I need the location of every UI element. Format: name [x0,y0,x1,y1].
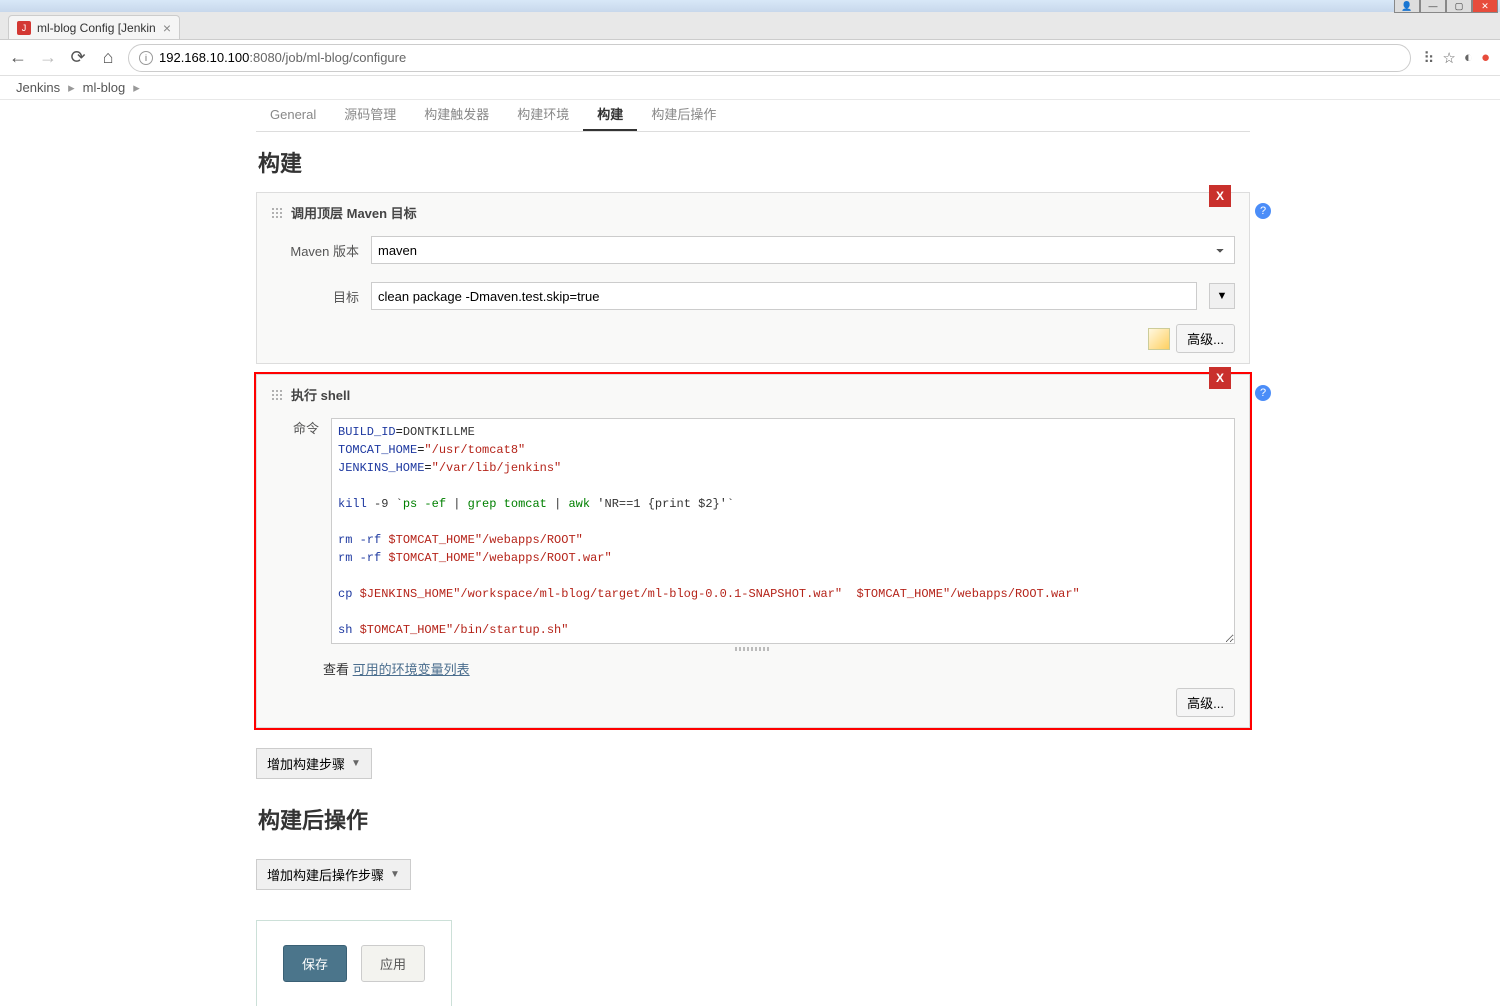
breadcrumb: Jenkins ▸ ml-blog ▸ [0,76,1500,100]
browser-toolbar: ← → ⟳ ⌂ i 192.168.10.100:8080/job/ml-blo… [0,40,1500,76]
help-icon[interactable]: ? [1255,385,1271,401]
save-button[interactable]: 保存 [283,945,347,982]
delete-step-button[interactable]: X [1209,367,1231,389]
maven-goals-input[interactable] [371,282,1197,310]
browser-tab[interactable]: J ml-blog Config [Jenkin × [8,15,180,39]
maven-goals-label: 目标 [289,287,359,306]
window-maximize[interactable]: ▢ [1446,0,1472,13]
section-title-postbuild: 构建后操作 [256,789,1250,849]
advanced-button[interactable]: 高级... [1176,324,1235,353]
tab-build[interactable]: 构建 [583,100,637,131]
apply-button[interactable]: 应用 [361,945,425,982]
url-text: 192.168.10.100:8080/job/ml-blog/configur… [159,50,1400,65]
save-area: 保存 应用 [256,920,452,1006]
menu-icon[interactable]: ● [1481,49,1490,66]
tab-triggers[interactable]: 构建触发器 [410,100,503,131]
site-info-icon[interactable]: i [139,51,153,65]
window-user-icon[interactable]: 👤 [1394,0,1420,13]
shell-cmd-label: 命令 [289,418,319,437]
delete-step-button[interactable]: X [1209,185,1231,207]
env-vars-link[interactable]: 可用的环境变量列表 [353,662,470,677]
browser-tab-strip: J ml-blog Config [Jenkin × [0,12,1500,40]
url-bar[interactable]: i 192.168.10.100:8080/job/ml-blog/config… [128,44,1411,72]
translate-icon[interactable]: ⠷ [1423,49,1434,67]
tab-close-icon[interactable]: × [163,20,171,36]
reload-button[interactable]: ⟳ [64,44,92,72]
tab-general[interactable]: General [256,100,330,131]
jenkins-favicon: J [17,21,31,35]
drag-handle-icon[interactable] [271,389,283,401]
look-prefix: 查看 [323,662,353,677]
notepad-icon[interactable] [1148,328,1170,350]
tab-postbuild[interactable]: 构建后操作 [637,100,730,131]
breadcrumb-job[interactable]: ml-blog [83,80,126,95]
chevron-down-icon: ▼ [351,758,361,769]
expand-button[interactable]: ▼ [1209,283,1235,309]
maven-build-step: X ? 调用顶层 Maven 目标 Maven 版本 maven 目标 ▼ 高级… [256,192,1250,364]
block-title: 调用顶层 Maven 目标 [291,203,417,222]
block-title: 执行 shell [291,385,350,404]
add-postbuild-step-button[interactable]: 增加构建后操作步骤▼ [256,859,411,890]
breadcrumb-sep: ▸ [68,80,75,96]
drag-handle-icon[interactable] [271,207,283,219]
window-close[interactable]: ✕ [1472,0,1498,13]
config-tabs: General 源码管理 构建触发器 构建环境 构建 构建后操作 [256,100,1250,132]
section-title-build: 构建 [256,132,1250,192]
bookmark-star-icon[interactable]: ☆ [1442,49,1455,67]
advanced-button[interactable]: 高级... [1176,688,1235,717]
chevron-down-icon: ▼ [390,869,400,880]
add-build-step-button[interactable]: 增加构建步骤▼ [256,748,372,779]
home-button[interactable]: ⌂ [94,44,122,72]
breadcrumb-sep: ▸ [133,80,140,96]
window-titlebar: 👤 — ▢ ✕ [0,0,1500,12]
back-button[interactable]: ← [4,44,32,72]
tab-env[interactable]: 构建环境 [503,100,583,131]
shell-build-step: X ? 执行 shell 命令 BUILD_ID=DONTKILLME TOMC… [256,374,1250,728]
breadcrumb-jenkins[interactable]: Jenkins [16,80,60,95]
maven-version-label: Maven 版本 [289,241,359,260]
tab-title: ml-blog Config [Jenkin [37,21,156,35]
extension-icon[interactable]: ◐ [1464,49,1473,66]
help-icon[interactable]: ? [1255,203,1271,219]
window-minimize[interactable]: — [1420,0,1446,13]
maven-version-select[interactable]: maven [371,236,1235,264]
tab-scm[interactable]: 源码管理 [330,100,410,131]
shell-command-textarea[interactable]: BUILD_ID=DONTKILLME TOMCAT_HOME="/usr/to… [331,418,1235,644]
forward-button[interactable]: → [34,44,62,72]
